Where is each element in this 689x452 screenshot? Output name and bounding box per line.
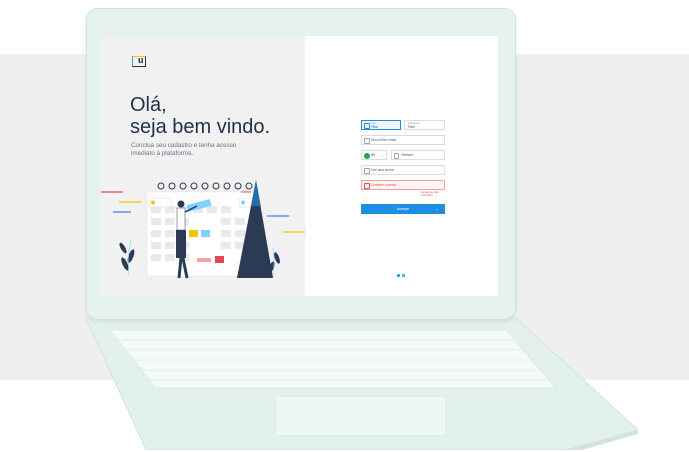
password-field[interactable]: Crie uma senha (361, 165, 445, 175)
phone-field[interactable]: Telefone (391, 150, 445, 160)
mail-icon (364, 138, 370, 144)
email-placeholder: Seu melhor email (371, 138, 396, 142)
company-field[interactable]: Empresa Filial (404, 120, 445, 130)
lock-icon (364, 168, 370, 174)
greeting-title-line2: seja bem vindo. (130, 116, 271, 138)
arrow-right-icon: → (434, 206, 439, 212)
signup-panel: Tipo Filial Empresa Filial Seu melhor em… (305, 36, 498, 296)
phone-placeholder: Telefone (401, 153, 414, 157)
brand-logo: u (132, 55, 148, 67)
submit-button[interactable]: Avançar → (361, 204, 445, 214)
confirm-password-placeholder: Confirme a senha (371, 183, 397, 187)
lock-icon (364, 183, 370, 189)
keyboard (109, 329, 557, 389)
flag-icon (364, 153, 370, 159)
submit-label: Avançar (396, 207, 410, 211)
country-code-value: BR (371, 153, 376, 157)
account-type-value: Filial (371, 124, 378, 129)
greeting-subtitle: Conclua seu cadastro e tenha acesso imed… (131, 142, 237, 157)
phone-icon (394, 153, 399, 159)
company-value: Filial (408, 124, 415, 129)
chevron-down-icon: ⌄ (380, 153, 383, 157)
error-message: As senhas não coincidem (421, 191, 439, 197)
email-field[interactable]: Seu melhor email (361, 135, 445, 145)
laptop-screen: u Olá, seja bem vindo. Conclua seu cadas… (101, 36, 498, 296)
confirm-password-field[interactable]: Confirme a senha (361, 180, 445, 190)
laptop-base (86, 318, 638, 450)
calendar-illustration (101, 180, 305, 279)
greeting-title-line1: Olá, (130, 94, 167, 116)
pager-dot-active[interactable] (397, 274, 400, 277)
account-type-field[interactable]: Tipo Filial (361, 120, 401, 130)
user-icon (364, 123, 370, 129)
pager-dot[interactable] (402, 274, 405, 277)
welcome-panel: u Olá, seja bem vindo. Conclua seu cadas… (101, 36, 305, 296)
country-code-select[interactable]: BR ⌄ (361, 150, 387, 160)
password-placeholder: Crie uma senha (371, 168, 394, 172)
trackpad (275, 395, 447, 437)
